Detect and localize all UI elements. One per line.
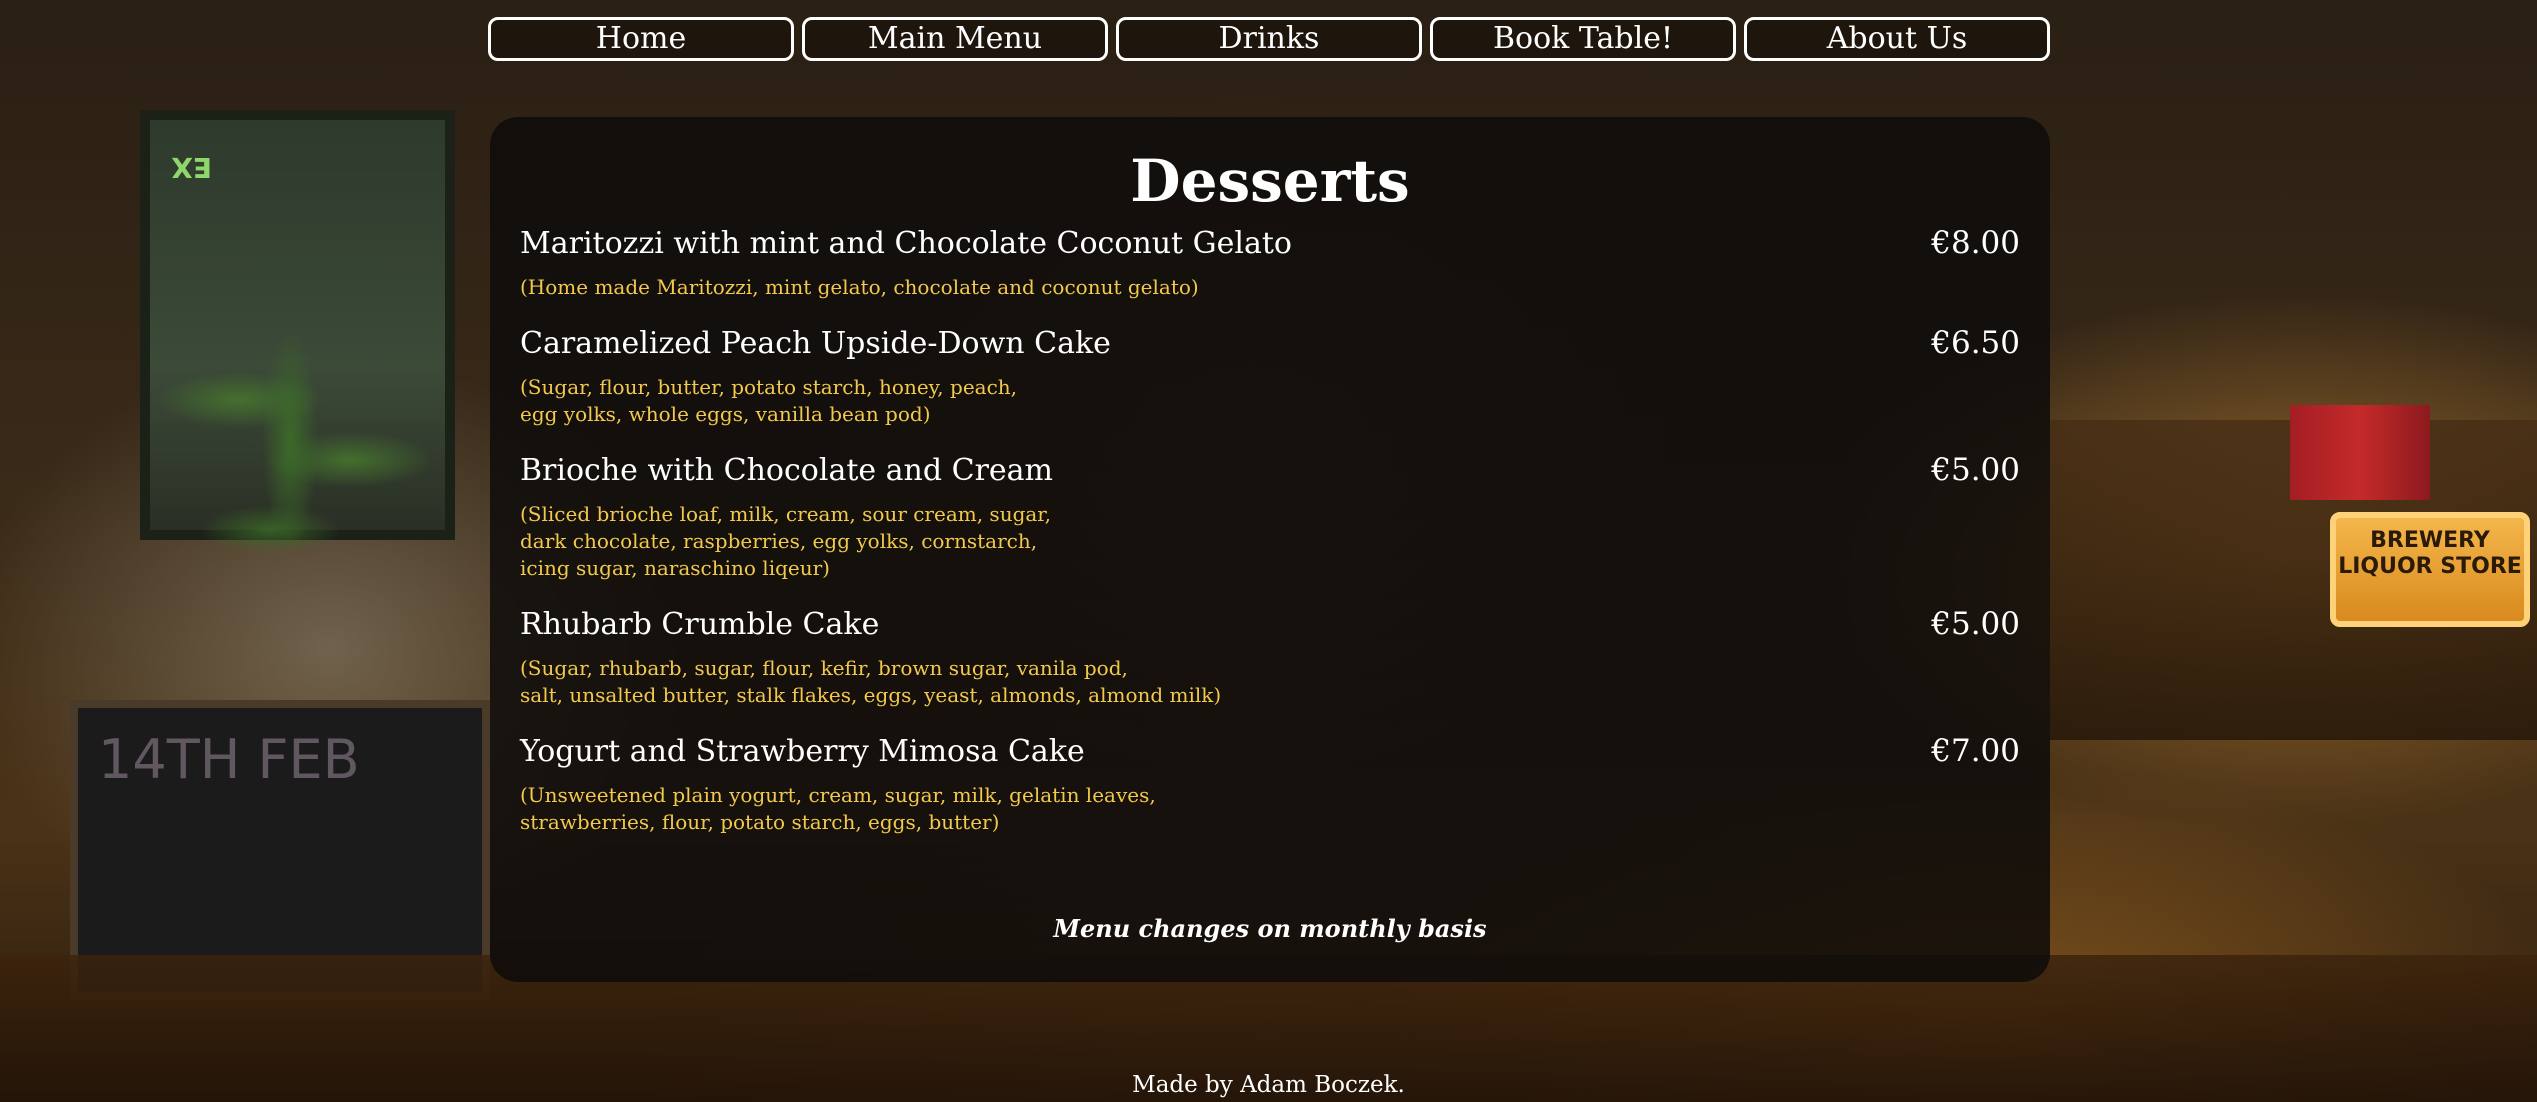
menu-item-price: €5.00 xyxy=(1931,606,2020,642)
menu-item-description: (Sliced brioche loaf, milk, cream, sour … xyxy=(520,502,1052,580)
menu-item: Caramelized Peach Upside-Down Cake €6.50… xyxy=(520,323,2020,428)
menu-item-description: (Sugar, rhubarb, sugar, flour, kefir, br… xyxy=(520,656,1222,707)
menu-item-description: (Sugar, flour, butter, potato starch, ho… xyxy=(520,375,1018,426)
exit-sign: EX xyxy=(171,151,212,184)
page-title: Desserts xyxy=(1130,147,1410,215)
menu-item: Brioche with Chocolate and Cream €5.00 (… xyxy=(520,450,2020,582)
desserts-panel: Desserts Maritozzi with mint and Chocola… xyxy=(490,117,2050,982)
nav-home-button[interactable]: Home xyxy=(488,17,794,61)
footer-credit: Made by Adam Boczek. xyxy=(1132,1072,1405,1098)
menu-item-price: €8.00 xyxy=(1931,225,2020,261)
menu-item-price: €6.50 xyxy=(1931,325,2020,361)
menu-item-price: €5.00 xyxy=(1931,452,2020,488)
background-books xyxy=(2290,405,2430,500)
menu-note: Menu changes on monthly basis xyxy=(1053,914,1487,943)
menu-item-name: Brioche with Chocolate and Cream xyxy=(520,453,1053,488)
menu-item-name: Caramelized Peach Upside-Down Cake xyxy=(520,326,1111,361)
dessert-list: Maritozzi with mint and Chocolate Coconu… xyxy=(520,223,2020,836)
nav-drinks-button[interactable]: Drinks xyxy=(1116,17,1422,61)
nav-main-menu-button[interactable]: Main Menu xyxy=(802,17,1108,61)
nav-book-table-button[interactable]: Book Table! xyxy=(1430,17,1736,61)
brewery-store-sign: BREWERY LIQUOR STORE xyxy=(2330,512,2530,627)
menu-item: Maritozzi with mint and Chocolate Coconu… xyxy=(520,223,2020,301)
background-plant xyxy=(150,200,430,680)
menu-item: Rhubarb Crumble Cake €5.00 (Sugar, rhuba… xyxy=(520,604,2020,709)
menu-item-name: Rhubarb Crumble Cake xyxy=(520,607,880,642)
menu-item-name: Maritozzi with mint and Chocolate Coconu… xyxy=(520,226,1292,261)
menu-item-price: €7.00 xyxy=(1931,733,2020,769)
menu-item-description: (Home made Maritozzi, mint gelato, choco… xyxy=(520,275,1199,299)
top-navigation: Home Main Menu Drinks Book Table! About … xyxy=(488,17,2050,63)
nav-about-us-button[interactable]: About Us xyxy=(1744,17,2050,61)
menu-item: Yogurt and Strawberry Mimosa Cake €7.00 … xyxy=(520,731,2020,836)
menu-item-description: (Unsweetened plain yogurt, cream, sugar,… xyxy=(520,783,1156,834)
menu-item-name: Yogurt and Strawberry Mimosa Cake xyxy=(520,734,1085,769)
